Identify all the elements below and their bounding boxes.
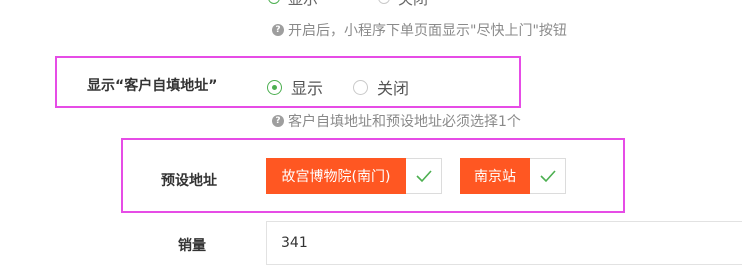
check-icon[interactable] <box>406 158 442 194</box>
radio-show[interactable]: 显示 <box>267 75 323 99</box>
radio-close-label: 关闭 <box>377 79 410 98</box>
sales-input[interactable]: 341 <box>266 221 742 265</box>
top-radio-close-label: 关闭 <box>398 0 428 9</box>
question-circle-icon: ? <box>272 24 284 36</box>
radio-icon[interactable] <box>268 0 280 4</box>
customer-address-radio-group: 显示 关闭 <box>267 75 409 99</box>
top-radio-group: 显示 关闭 <box>268 0 428 8</box>
radio-close[interactable]: 关闭 <box>353 75 409 99</box>
customer-address-label: 显示“客户自填地址” <box>87 78 218 94</box>
preset-address-tag-label[interactable]: 故宫博物院(南门) <box>266 158 406 194</box>
top-radio-show-label: 显示 <box>288 0 318 9</box>
address-required-hint-text: 客户自填地址和预设地址必须选择1个 <box>288 114 521 130</box>
preset-address-label: 预设地址 <box>161 173 217 189</box>
quick-visit-hint: ? 开启后，小程序下单页面显示"尽快上门"按钮 <box>272 20 567 40</box>
radio-unchecked-icon[interactable] <box>353 79 369 95</box>
question-circle-icon: ? <box>272 115 284 127</box>
top-radio-show[interactable]: 显示 <box>268 0 318 9</box>
radio-icon[interactable] <box>378 0 391 4</box>
preset-address-tag[interactable]: 南京站 <box>460 158 566 194</box>
preset-address-tag[interactable]: 故宫博物院(南门) <box>266 158 442 194</box>
quick-visit-hint-text: 开启后，小程序下单页面显示"尽快上门"按钮 <box>288 23 567 39</box>
check-icon[interactable] <box>530 158 566 194</box>
radio-show-label: 显示 <box>291 79 324 98</box>
radio-checked-icon[interactable] <box>267 79 282 95</box>
sales-label: 销量 <box>178 238 206 254</box>
sales-input-value: 341 <box>281 235 308 251</box>
top-radio-close[interactable]: 关闭 <box>378 0 428 9</box>
address-required-hint: ? 客户自填地址和预设地址必须选择1个 <box>272 111 521 131</box>
settings-form: 显示 关闭 ? 开启后，小程序下单页面显示"尽快上门"按钮 显示“客户自填地址”… <box>0 0 742 273</box>
preset-address-tag-label[interactable]: 南京站 <box>460 158 530 194</box>
